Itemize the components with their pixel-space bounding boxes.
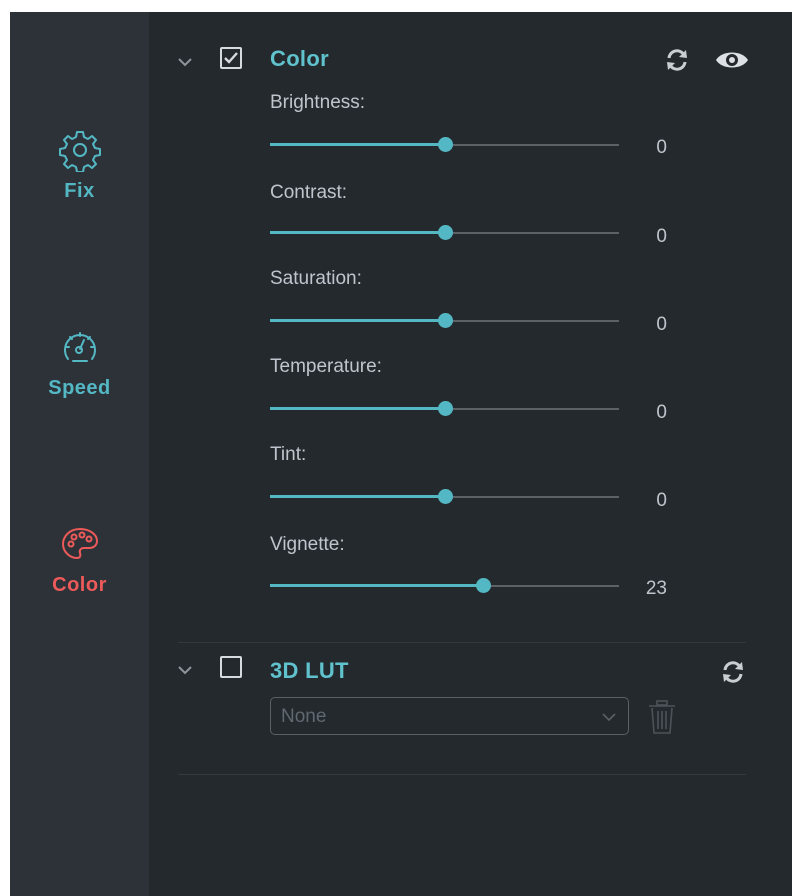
color-section-header: Color — [149, 42, 769, 82]
sidebar-item-label: Fix — [64, 180, 95, 202]
brightness-value: 0 — [656, 137, 667, 158]
palette-icon — [61, 527, 98, 560]
sidebar-item-label: Color — [52, 574, 107, 596]
chevron-down-icon[interactable] — [173, 50, 197, 74]
slider-fill — [270, 495, 445, 498]
lut-section-header: 3D LUT — [149, 650, 769, 690]
contrast-value: 0 — [656, 226, 667, 247]
saturation-slider[interactable] — [270, 311, 619, 331]
lut-select-value: None — [281, 706, 327, 727]
slider-fill — [270, 231, 445, 234]
section-divider — [178, 642, 746, 643]
eye-icon[interactable] — [714, 46, 750, 74]
contrast-label: Contrast: — [270, 182, 348, 203]
slider-fill — [270, 407, 445, 410]
saturation-value: 0 — [656, 314, 667, 335]
slider-thumb[interactable] — [475, 578, 491, 593]
sidebar: Fix Speed Color — [10, 12, 149, 896]
color-adjust-window: Fix Speed Color Color Brightness: 0 Cont… — [10, 12, 792, 896]
saturation-label: Saturation: — [270, 268, 362, 289]
slider-thumb[interactable] — [437, 313, 453, 328]
slider-fill — [270, 319, 445, 322]
color-enable-checkbox[interactable] — [220, 47, 242, 69]
temperature-value: 0 — [656, 402, 667, 423]
slider-fill — [270, 143, 445, 146]
tint-value: 0 — [656, 490, 667, 511]
sidebar-item-fix[interactable]: Fix — [10, 128, 149, 238]
vignette-label: Vignette: — [270, 534, 345, 555]
temperature-label: Temperature: — [270, 356, 382, 377]
speedometer-icon — [63, 332, 96, 362]
sidebar-item-speed[interactable]: Speed — [10, 325, 149, 435]
contrast-slider[interactable] — [270, 223, 619, 243]
reset-icon[interactable] — [663, 46, 691, 74]
reset-icon[interactable] — [719, 658, 747, 686]
checkmark-icon — [224, 52, 238, 64]
gear-icon — [58, 131, 101, 172]
vignette-value: 23 — [645, 578, 667, 599]
lut-section-title: 3D LUT — [270, 658, 349, 683]
chevron-down-icon — [602, 713, 616, 722]
lut-select[interactable]: None — [270, 697, 629, 735]
section-divider — [178, 774, 746, 775]
brightness-label: Brightness: — [270, 92, 366, 113]
tint-label: Tint: — [270, 444, 307, 465]
vignette-slider[interactable] — [270, 576, 619, 596]
slider-thumb[interactable] — [437, 225, 453, 240]
slider-thumb[interactable] — [437, 137, 453, 152]
temperature-slider[interactable] — [270, 399, 619, 419]
sidebar-item-label: Speed — [48, 377, 111, 399]
lut-enable-checkbox[interactable] — [220, 656, 242, 678]
slider-fill — [270, 584, 483, 587]
brightness-slider[interactable] — [270, 135, 619, 155]
slider-thumb[interactable] — [437, 489, 453, 504]
trash-icon[interactable] — [646, 698, 678, 736]
sidebar-item-color[interactable]: Color — [10, 522, 149, 632]
chevron-down-icon[interactable] — [173, 658, 197, 682]
color-section-title: Color — [270, 46, 329, 71]
slider-thumb[interactable] — [437, 401, 453, 416]
tint-slider[interactable] — [270, 487, 619, 507]
adjustment-panel: Color Brightness: 0 Contrast: 0 Saturati… — [149, 12, 792, 896]
